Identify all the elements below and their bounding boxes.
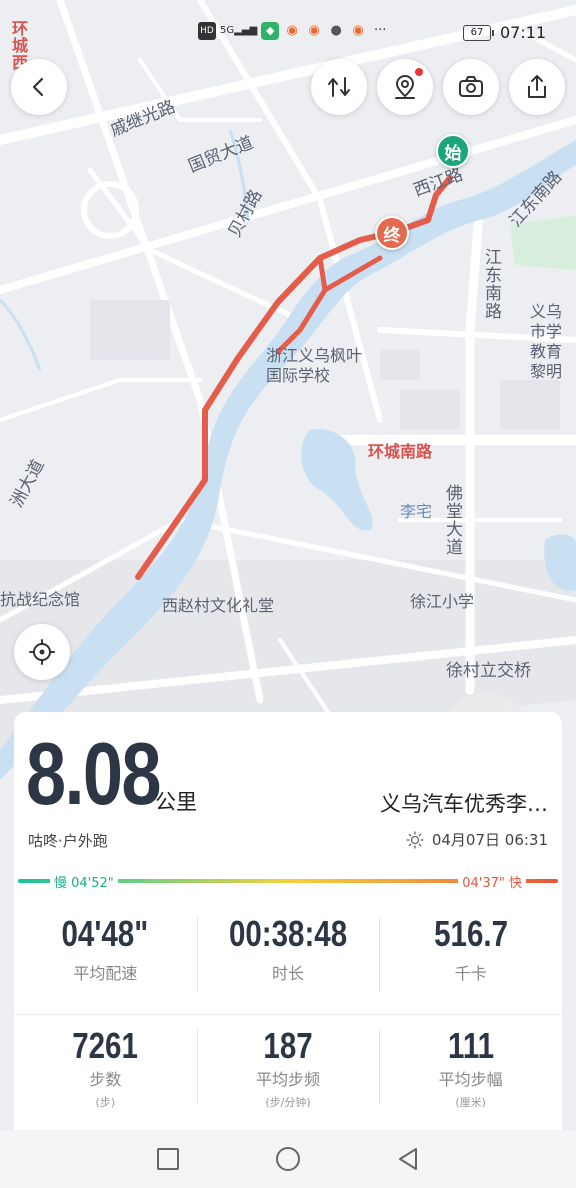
stats-divider <box>14 1014 562 1015</box>
share-icon <box>528 75 546 98</box>
home-icon[interactable] <box>275 1146 301 1172</box>
activity-type: 咕咚·户外跑 <box>28 832 108 850</box>
weibo-icon: ◉ <box>286 23 298 38</box>
map-label-lizhai: 李宅 <box>400 502 433 521</box>
status-bar: HD 5G▂▄▆ ◆ ◉ ◉ ● ◉ ··· 67 07:11 <box>0 20 576 48</box>
weibo-icon: ◉ <box>352 23 364 38</box>
stat-avg-pace: 04'48" 平均配速 <box>14 916 197 996</box>
map-label-huancheng-south-road: 环城南路 <box>368 442 433 461</box>
sun-icon <box>406 830 424 849</box>
route-switch-icon <box>328 77 350 97</box>
pace-fast-label: 04'37" 快 <box>458 872 526 891</box>
map-label-jiangdong-south-road-vertical: 江东南路 <box>481 248 501 320</box>
route-end-marker[interactable]: 终 <box>375 216 409 250</box>
run-datetime: 04月07日 06:31 <box>406 829 548 850</box>
status-time: 07:11 <box>500 23 547 42</box>
hd-icon: HD <box>198 22 216 40</box>
pace-slow-label: 慢 04'52" <box>50 872 118 891</box>
user-name[interactable]: 义乌汽车优秀李… <box>380 788 548 818</box>
map-label-school-right: 义乌市学教育黎明 <box>530 302 563 381</box>
map-label-fotang-avenue: 佛堂大道 <box>442 484 462 556</box>
stat-value: 111 <box>447 1025 494 1066</box>
stat-value: 00:38:48 <box>228 913 348 954</box>
map-label-xujiang-school: 徐江小学 <box>410 592 475 611</box>
map-label-xizhaocun: 西赵村文化礼堂 <box>162 596 275 615</box>
map-label-memorial: 抗战纪念馆 <box>0 590 81 609</box>
battery-indicator: 67 <box>463 25 494 41</box>
route-start-marker[interactable]: 始 <box>436 134 470 168</box>
share-button[interactable] <box>509 59 565 115</box>
recent-apps-icon[interactable] <box>155 1146 181 1172</box>
run-summary-card: 8.08 公里 义乌汽车优秀李… 咕咚·户外跑 04月07日 06:31 慢 0… <box>14 712 562 1132</box>
distance-unit: 公里 <box>155 790 197 814</box>
camera-button[interactable] <box>443 59 499 115</box>
stat-stride: 111 平均步幅 (厘米) <box>379 1028 562 1112</box>
datetime-text: 04月07日 06:31 <box>431 831 548 849</box>
stats-row-primary: 04'48" 平均配速 00:38:48 时长 516.7 千卡 <box>14 916 562 996</box>
stat-label: 平均步幅 <box>438 1070 503 1089</box>
stat-duration: 00:38:48 时长 <box>196 913 380 996</box>
wechat-icon: ● <box>330 23 342 38</box>
weibo-icon: ◉ <box>308 23 320 38</box>
back-button[interactable] <box>11 59 67 115</box>
stat-value: 04'48" <box>61 913 149 954</box>
stat-unit: (步) <box>95 1096 116 1109</box>
stat-unit: (厘米) <box>455 1096 486 1109</box>
map-label-xucun-bridge: 徐村立交桥 <box>446 661 531 681</box>
stat-cadence: 187 平均步频 (步/分钟) <box>196 1025 380 1112</box>
stat-steps: 7261 步数 (步) <box>14 1028 197 1112</box>
camera-icon <box>459 76 483 97</box>
stat-value: 187 <box>263 1025 313 1066</box>
stat-label: 时长 <box>272 964 305 983</box>
location-pin-icon <box>395 74 415 99</box>
stat-label: 步数 <box>89 1070 122 1089</box>
stat-value: 7261 <box>72 1025 139 1066</box>
pace-gradient-bar: 慢 04'52" 04'37" 快 <box>18 869 558 893</box>
route-switch-button[interactable] <box>311 59 367 115</box>
stat-calories: 516.7 千卡 <box>379 916 562 996</box>
app-icon-green: ◆ <box>261 22 280 40</box>
more-dots-icon: ··· <box>373 23 387 38</box>
locate-button[interactable] <box>14 624 70 680</box>
5g-signal-icon: 5G▂▄▆ <box>220 25 258 36</box>
back-icon <box>32 77 44 97</box>
nav-back-icon[interactable] <box>395 1146 421 1172</box>
stat-label: 千卡 <box>454 964 487 983</box>
stat-label: 平均配速 <box>73 964 138 983</box>
notification-dot <box>415 68 423 76</box>
distance-value: 8.08 <box>26 724 162 823</box>
map-label-school-main: 浙江义乌枫叶国际学校 <box>266 346 363 385</box>
stat-unit: (步/分钟) <box>265 1096 311 1109</box>
locate-crosshair-icon <box>29 639 55 665</box>
system-nav-bar <box>0 1130 576 1188</box>
location-button[interactable] <box>377 59 433 115</box>
stats-row-secondary: 7261 步数 (步) 187 平均步频 (步/分钟) 111 平均步幅 (厘米… <box>14 1028 562 1112</box>
status-icons: HD 5G▂▄▆ ◆ ◉ ◉ ● ◉ ··· <box>198 22 389 40</box>
stat-value: 516.7 <box>433 913 508 954</box>
stat-label: 平均步频 <box>256 1070 321 1089</box>
